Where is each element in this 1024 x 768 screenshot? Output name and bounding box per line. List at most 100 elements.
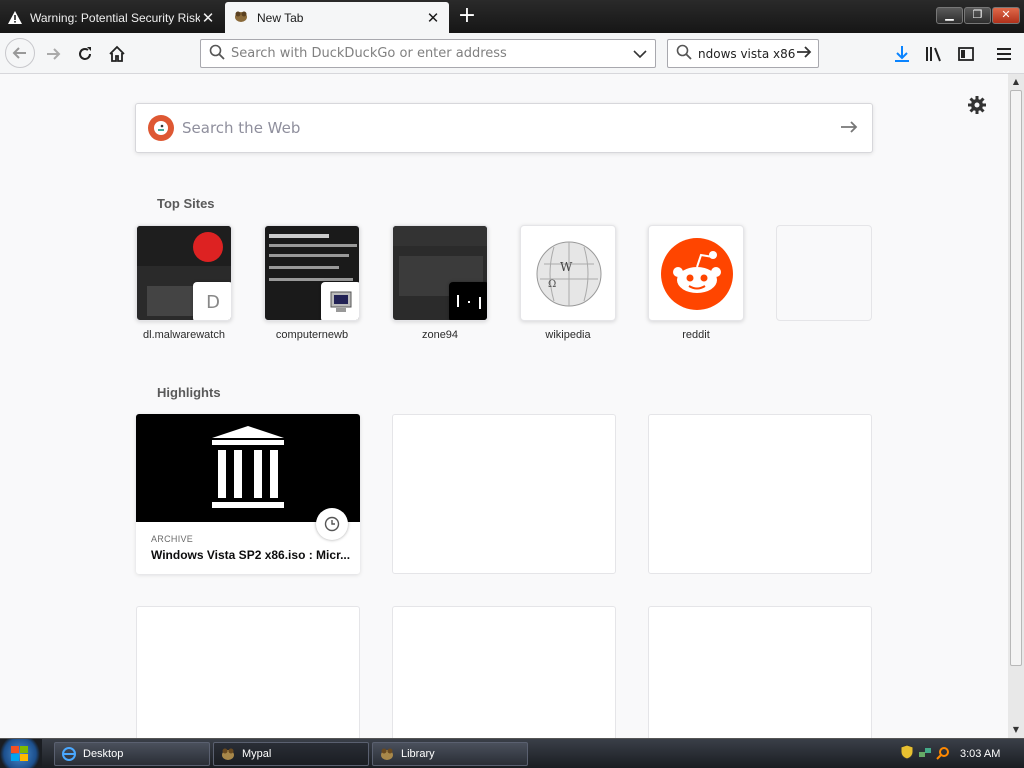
- mypal-icon: [220, 746, 236, 762]
- firefox-favicon-icon: [233, 9, 249, 26]
- archive-building-icon: [212, 426, 284, 508]
- scroll-up-arrow-icon[interactable]: ▲: [1008, 74, 1024, 90]
- tab-strip: Warning: Potential Security Risk Ahead ✕…: [0, 0, 1024, 33]
- site-label: dl.malwarewatch: [143, 329, 225, 341]
- highlight-source: ARCHIVE: [151, 534, 194, 544]
- settings-gear-icon[interactable]: [966, 94, 988, 116]
- tab-title: New Tab: [257, 10, 304, 25]
- close-window-button[interactable]: ✕: [992, 7, 1020, 24]
- start-button[interactable]: [0, 739, 42, 768]
- download-icon: [895, 46, 909, 62]
- system-tray: 3:03 AM: [900, 739, 1024, 768]
- taskbar-item-desktop[interactable]: Desktop: [54, 742, 210, 766]
- mypal-icon: [379, 746, 395, 762]
- search-tray-icon[interactable]: [936, 745, 950, 764]
- empty-highlight-slot: [392, 414, 616, 574]
- top-site-placeholder: [776, 225, 872, 329]
- top-site-tile[interactable]: W Ω wikipedia: [520, 225, 616, 341]
- minimize-button[interactable]: ▁: [936, 7, 963, 24]
- navigation-toolbar: ndows vista x86: [0, 33, 1024, 74]
- taskbar-clock[interactable]: 3:03 AM: [960, 748, 1000, 760]
- site-thumbnail: [264, 225, 360, 321]
- empty-site-slot: [776, 225, 872, 321]
- scrollbar-thumb[interactable]: [1010, 90, 1022, 666]
- empty-highlight-slot: [392, 606, 616, 738]
- library-icon: [926, 47, 941, 62]
- library-button[interactable]: [920, 40, 948, 68]
- reload-button[interactable]: [71, 40, 99, 68]
- site-label: computernewb: [275, 329, 349, 341]
- sidebar-icon: [958, 47, 974, 61]
- tab-new-tab[interactable]: New Tab ✕: [225, 2, 449, 33]
- back-arrow-icon: [12, 47, 26, 59]
- new-tab-button[interactable]: +: [455, 4, 479, 28]
- site-label: zone94: [421, 329, 459, 341]
- search-bar[interactable]: ndows vista x86: [667, 39, 819, 68]
- stop-hand-icon: [193, 232, 223, 262]
- forward-arrow-icon: [47, 48, 61, 60]
- taskbar-label: Desktop: [83, 748, 124, 760]
- web-search-input[interactable]: [174, 119, 840, 137]
- menu-button[interactable]: [990, 40, 1018, 68]
- site-badge: D: [193, 282, 231, 320]
- top-site-tile[interactable]: zone94: [392, 225, 488, 341]
- security-shield-icon[interactable]: [900, 744, 914, 764]
- top-site-tile[interactable]: D dl.malwarewatch: [136, 225, 232, 341]
- windows-taskbar: Desktop Mypal Library 3:03 AM: [0, 738, 1024, 768]
- pong-icon: [449, 282, 487, 320]
- search-input[interactable]: ndows vista x86: [692, 47, 796, 61]
- home-icon: [109, 45, 125, 62]
- network-icon[interactable]: [918, 745, 932, 764]
- address-input[interactable]: [225, 41, 633, 66]
- history-clock-icon: [316, 508, 348, 540]
- top-sites-heading: Top Sites: [157, 196, 215, 211]
- empty-highlight-slot: [648, 606, 872, 738]
- highlight-title: Windows Vista SP2 x86.iso : Micr...: [151, 548, 351, 562]
- maximize-button[interactable]: ❐: [964, 7, 991, 24]
- duckduckgo-logo-icon: [148, 115, 174, 141]
- taskbar-item-library[interactable]: Library: [372, 742, 528, 766]
- vertical-scrollbar[interactable]: ▲ ▼: [1008, 74, 1024, 738]
- site-label: wikipedia: [545, 329, 591, 341]
- close-tab-icon[interactable]: ✕: [425, 9, 441, 27]
- taskbar-label: Mypal: [242, 748, 272, 760]
- tab-security-warning[interactable]: Warning: Potential Security Risk Ahead ✕: [0, 2, 224, 33]
- site-thumbnail: [392, 225, 488, 321]
- tab-title: Warning: Potential Security Risk Ahead: [30, 10, 200, 25]
- web-search-box[interactable]: [135, 103, 873, 153]
- chevron-down-icon[interactable]: [633, 44, 647, 63]
- site-thumbnail: [648, 225, 744, 321]
- top-site-tile[interactable]: computernewb: [264, 225, 360, 341]
- search-icon: [676, 44, 692, 64]
- svg-text:Ω: Ω: [548, 279, 556, 290]
- downloads-button[interactable]: [888, 40, 916, 68]
- address-bar[interactable]: [200, 39, 656, 68]
- windows-logo-icon: [11, 746, 28, 761]
- taskbar-item-mypal[interactable]: Mypal: [213, 742, 369, 766]
- hamburger-menu-icon: [997, 48, 1011, 60]
- computer-icon: [321, 282, 359, 320]
- highlights-heading: Highlights: [157, 385, 221, 400]
- empty-highlight-slot: [648, 414, 872, 574]
- sidebar-button[interactable]: [952, 40, 980, 68]
- scroll-down-arrow-icon[interactable]: ▼: [1008, 722, 1024, 738]
- ie-icon: [61, 746, 77, 762]
- search-go-arrow-icon[interactable]: [796, 44, 812, 63]
- reload-icon: [79, 47, 91, 60]
- warning-icon: [8, 11, 22, 24]
- highlight-card[interactable]: ARCHIVE Windows Vista SP2 x86.iso : Micr…: [136, 414, 360, 574]
- close-tab-icon[interactable]: ✕: [200, 9, 216, 27]
- top-site-tile[interactable]: reddit: [648, 225, 744, 341]
- taskbar-label: Library: [401, 748, 435, 760]
- search-submit-arrow-icon[interactable]: [840, 119, 858, 138]
- site-thumbnail: D: [136, 225, 232, 321]
- back-button[interactable]: [5, 38, 35, 68]
- reddit-logo-icon: [661, 238, 733, 310]
- home-button[interactable]: [103, 40, 131, 68]
- forward-button[interactable]: [39, 40, 67, 68]
- new-tab-page: Top Sites D dl.malwarewatch computernewb: [0, 74, 1008, 738]
- wikipedia-globe-icon: W Ω: [536, 241, 602, 307]
- search-icon: [209, 44, 225, 64]
- highlight-image: [136, 414, 360, 540]
- site-thumbnail: W Ω: [520, 225, 616, 321]
